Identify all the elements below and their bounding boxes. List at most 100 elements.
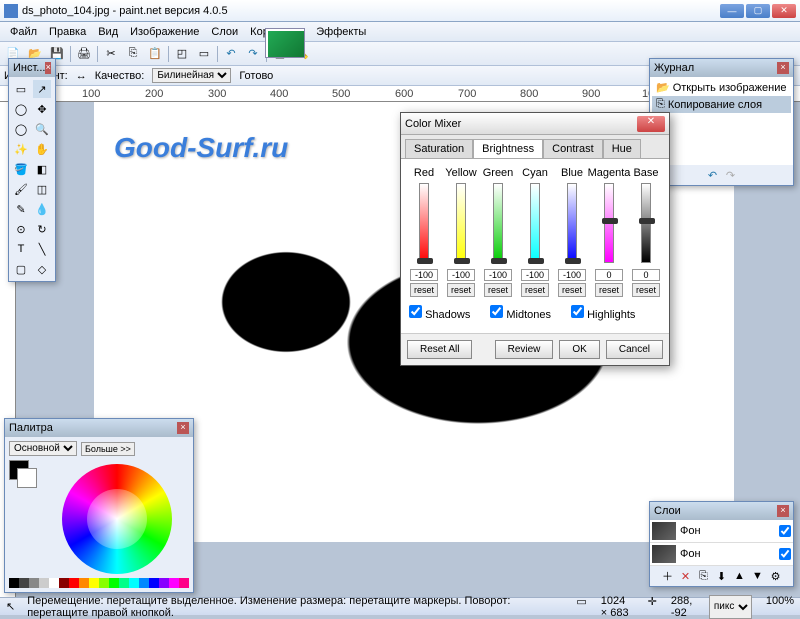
- picker-tool-icon[interactable]: 💧: [33, 200, 51, 218]
- paste-icon[interactable]: 📋: [146, 45, 164, 63]
- menu-image[interactable]: Изображение: [124, 24, 205, 40]
- magenta-reset-button[interactable]: reset: [595, 283, 623, 297]
- secondary-color-swatch[interactable]: [17, 468, 37, 488]
- layers-panel[interactable]: Слои × Фон Фон ＋ ✕ ⎘ ⬇ ▲ ▼ ⚙: [649, 501, 794, 587]
- menu-layers[interactable]: Слои: [205, 24, 244, 40]
- dialog-titlebar[interactable]: Color Mixer ✕: [401, 113, 669, 135]
- menu-file[interactable]: Файл: [4, 24, 43, 40]
- move-tool-icon[interactable]: ↗: [33, 80, 51, 98]
- history-panel[interactable]: Журнал × 📂Открыть изображение ⎘Копирован…: [649, 58, 794, 186]
- layer-visibility-checkbox[interactable]: [779, 525, 791, 537]
- close-icon[interactable]: ×: [177, 422, 189, 434]
- crop-icon[interactable]: ◰: [173, 45, 191, 63]
- highlights-checkbox[interactable]: Highlights: [571, 305, 635, 321]
- reset-all-button[interactable]: Reset All: [407, 340, 472, 359]
- undo-icon[interactable]: ↶: [705, 167, 721, 183]
- add-layer-icon[interactable]: ＋: [660, 568, 676, 584]
- merge-layer-icon[interactable]: ⬇: [714, 568, 730, 584]
- deselect-icon[interactable]: ▭: [195, 45, 213, 63]
- move-up-icon[interactable]: ▲: [732, 568, 748, 584]
- text-tool-icon[interactable]: T: [12, 240, 30, 258]
- blue-reset-button[interactable]: reset: [558, 283, 586, 297]
- red-input[interactable]: [410, 269, 438, 281]
- copy-icon[interactable]: ⎘: [124, 45, 142, 63]
- lasso-tool-icon[interactable]: ◯: [12, 100, 30, 118]
- yellow-slider[interactable]: [456, 183, 466, 263]
- base-input[interactable]: [632, 269, 660, 281]
- green-input[interactable]: [484, 269, 512, 281]
- palette-panel-title[interactable]: Палитра ×: [5, 419, 193, 437]
- blue-input[interactable]: [558, 269, 586, 281]
- cyan-input[interactable]: [521, 269, 549, 281]
- history-item[interactable]: ⎘Копирование слоя: [652, 96, 791, 113]
- green-reset-button[interactable]: reset: [484, 283, 512, 297]
- shapes-tool-icon[interactable]: ◇: [33, 260, 51, 278]
- blue-slider[interactable]: [567, 183, 577, 263]
- properties-icon[interactable]: ⚙: [768, 568, 784, 584]
- color-mixer-dialog[interactable]: Color Mixer ✕ Saturation Brightness Cont…: [400, 112, 670, 366]
- gradient-tool-icon[interactable]: ◧: [33, 160, 51, 178]
- yellow-reset-button[interactable]: reset: [447, 283, 475, 297]
- wand-tool-icon[interactable]: ✨: [12, 140, 30, 158]
- cyan-reset-button[interactable]: reset: [521, 283, 549, 297]
- tools-panel[interactable]: Инст... × ▭ ↗ ◯ ✥ ◯ 🔍 ✨ ✋ 🪣 ◧ 🖌 ◫ ✎ 💧 ⊙ …: [8, 58, 56, 282]
- undo-icon[interactable]: ↶: [222, 45, 240, 63]
- more-button[interactable]: Больше >>: [81, 442, 135, 456]
- close-button[interactable]: ✕: [772, 4, 796, 18]
- red-reset-button[interactable]: reset: [410, 283, 438, 297]
- palette-panel[interactable]: Палитра × Основной Больше >>: [4, 418, 194, 593]
- green-slider[interactable]: [493, 183, 503, 263]
- print-icon[interactable]: 🖨: [75, 45, 93, 63]
- magenta-input[interactable]: [595, 269, 623, 281]
- color-wheel[interactable]: [62, 464, 172, 574]
- history-panel-title[interactable]: Журнал ×: [650, 59, 793, 77]
- pencil-tool-icon[interactable]: ✎: [12, 200, 30, 218]
- cyan-slider[interactable]: [530, 183, 540, 263]
- pan-tool-icon[interactable]: ✋: [33, 140, 51, 158]
- shadows-checkbox[interactable]: Shadows: [409, 305, 470, 321]
- rect-select-tool-icon[interactable]: ▭: [12, 80, 30, 98]
- cut-icon[interactable]: ✂: [102, 45, 120, 63]
- line-tool-icon[interactable]: ╲: [33, 240, 51, 258]
- tab-saturation[interactable]: Saturation: [405, 139, 473, 158]
- recolor-tool-icon[interactable]: ↻: [33, 220, 51, 238]
- layer-visibility-checkbox[interactable]: [779, 548, 791, 560]
- move-sel-tool-icon[interactable]: ✥: [33, 100, 51, 118]
- maximize-button[interactable]: ▢: [746, 4, 770, 18]
- zoom-tool-icon[interactable]: 🔍: [33, 120, 51, 138]
- close-icon[interactable]: ×: [777, 505, 789, 517]
- close-icon[interactable]: ×: [45, 62, 51, 74]
- red-slider[interactable]: [419, 183, 429, 263]
- cancel-button[interactable]: Cancel: [606, 340, 663, 359]
- midtones-checkbox[interactable]: Midtones: [490, 305, 551, 321]
- quality-select[interactable]: Билинейная: [152, 68, 231, 83]
- duplicate-layer-icon[interactable]: ⎘: [696, 568, 712, 584]
- tab-brightness[interactable]: Brightness: [473, 139, 543, 158]
- close-icon[interactable]: ×: [777, 62, 789, 74]
- yellow-input[interactable]: [447, 269, 475, 281]
- delete-layer-icon[interactable]: ✕: [678, 568, 694, 584]
- close-icon[interactable]: ✕: [637, 116, 665, 132]
- tools-panel-title[interactable]: Инст... ×: [9, 59, 55, 77]
- menu-edit[interactable]: Правка: [43, 24, 92, 40]
- menu-effects[interactable]: Эффекты: [310, 24, 372, 40]
- base-slider[interactable]: [641, 183, 651, 263]
- magenta-slider[interactable]: [604, 183, 614, 263]
- menu-view[interactable]: Вид: [92, 24, 124, 40]
- color-mode-select[interactable]: Основной: [9, 441, 77, 456]
- minimize-button[interactable]: —: [720, 4, 744, 18]
- document-thumbnail[interactable]: [265, 28, 305, 58]
- history-item[interactable]: 📂Открыть изображение: [652, 79, 791, 96]
- ellipse-sel-tool-icon[interactable]: ◯: [12, 120, 30, 138]
- tab-contrast[interactable]: Contrast: [543, 139, 603, 158]
- move-down-icon[interactable]: ▼: [750, 568, 766, 584]
- redo-icon[interactable]: ↷: [723, 167, 739, 183]
- layers-panel-title[interactable]: Слои ×: [650, 502, 793, 520]
- eraser-tool-icon[interactable]: ◫: [33, 180, 51, 198]
- base-reset-button[interactable]: reset: [632, 283, 660, 297]
- brush-tool-icon[interactable]: 🖌: [12, 180, 30, 198]
- clone-tool-icon[interactable]: ⊙: [12, 220, 30, 238]
- layer-row[interactable]: Фон: [650, 543, 793, 566]
- move-tool-icon[interactable]: ↔: [76, 70, 87, 82]
- tab-hue[interactable]: Hue: [603, 139, 641, 158]
